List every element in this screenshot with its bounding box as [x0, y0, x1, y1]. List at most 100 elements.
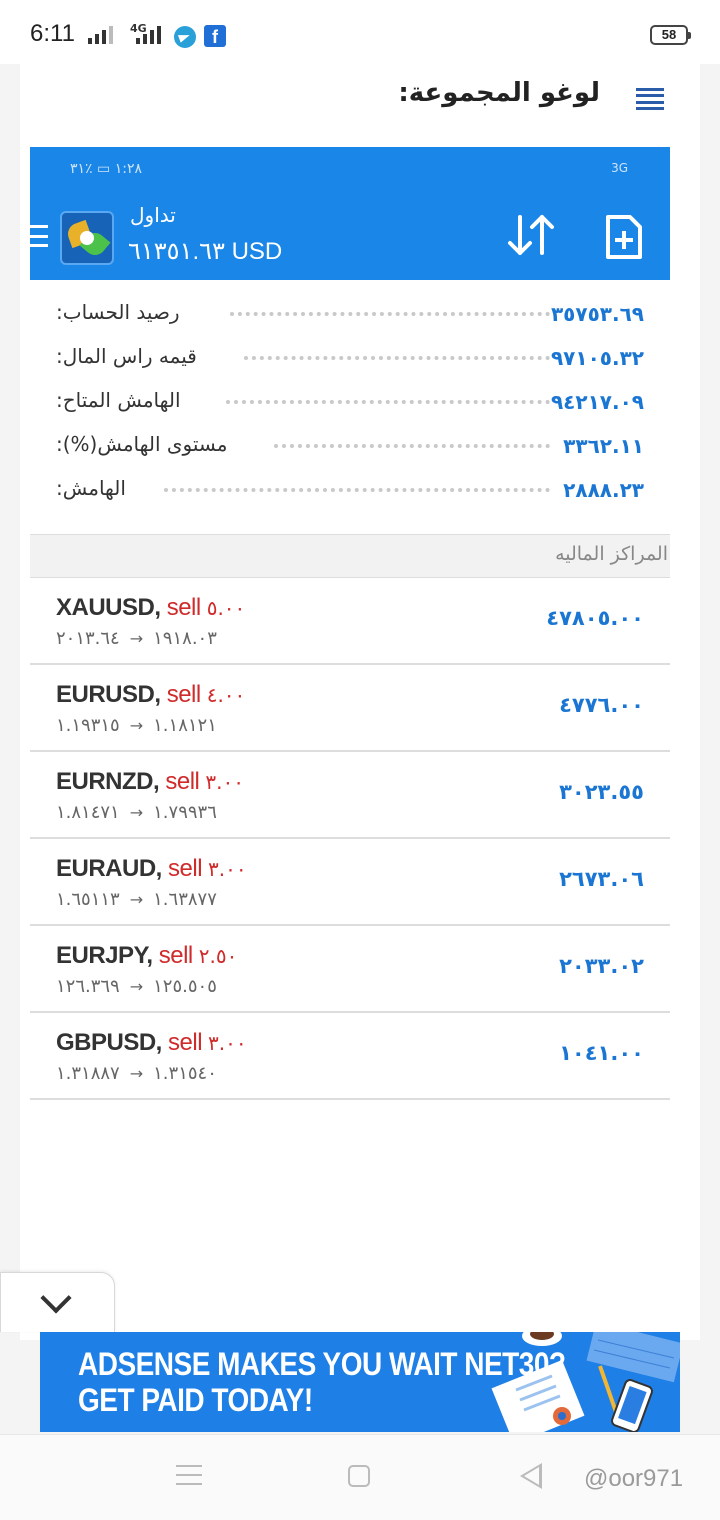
position-profit: ٣٠٢٣.٥٥: [559, 780, 644, 804]
current-price: ١.٣١٨٨٧: [56, 1063, 120, 1084]
position-title: EURAUD, sell ٣.٠٠: [56, 855, 247, 883]
watermark-handle: @oor971: [584, 1465, 684, 1492]
summary-value: ٢٨٨٨.٢٣: [563, 478, 644, 502]
home-icon[interactable]: [348, 1465, 370, 1487]
arrow-right-icon: →: [129, 629, 144, 648]
summary-label: الهامش:: [56, 476, 126, 500]
position-symbol: EURAUD,: [56, 855, 162, 882]
position-row[interactable]: EURNZD, sell ٣.٠٠ ١.٧٩٩٣٦ → ١.٨١٤٧١ ٣٠٢٣.٥٥: [30, 752, 670, 839]
system-nav-bar: @oor971: [0, 1434, 720, 1520]
position-title: XAUUSD, sell ٥.٠٠: [56, 594, 246, 622]
metatrader-logo: [60, 211, 114, 265]
recent-apps-icon[interactable]: [176, 1465, 202, 1485]
position-type: sell: [168, 1029, 203, 1056]
summary-value: ٩٧١٠٥.٣٢: [550, 346, 644, 370]
sort-arrows-icon[interactable]: [506, 213, 556, 257]
position-prices: ١.٦٣٨٧٧ → ١.٦٥١١٣: [56, 889, 217, 910]
arrow-right-icon: →: [129, 803, 144, 822]
open-price: ١.٧٩٩٣٦: [153, 802, 217, 823]
dot-leader: [164, 488, 550, 492]
summary-value: ٣٥٧٥٣.٦٩: [550, 302, 644, 326]
position-volume: ٣.٠٠: [208, 1031, 247, 1055]
summary-label: الهامش المتاح:: [56, 388, 181, 412]
hamburger-icon[interactable]: [636, 88, 664, 110]
arrow-right-icon: →: [129, 890, 144, 909]
current-price: ١.٨١٤٧١: [56, 802, 120, 823]
position-title: EURNZD, sell ٣.٠٠: [56, 768, 244, 796]
position-prices: ١٢٥.٥٠٥ → ١٢٦.٣٦٩: [56, 976, 217, 997]
summary-label: مستوى الهامش(%):: [56, 432, 228, 456]
arrow-right-icon: →: [129, 977, 144, 996]
position-profit: ١٠٤١.٠٠: [559, 1041, 644, 1065]
ad-illustration: [491, 1332, 680, 1432]
position-title: GBPUSD, sell ٣.٠٠: [56, 1029, 247, 1057]
summary-label: قيمه راس المال:: [56, 344, 197, 368]
account-summary: رصيد الحساب: ٣٥٧٥٣.٦٩ قيمه راس المال: ٩٧…: [30, 292, 670, 512]
arrow-right-icon: →: [129, 1064, 144, 1083]
position-type: sell: [166, 681, 202, 708]
open-price: ١٢٥.٥٠٥: [153, 976, 217, 997]
summary-row: قيمه راس المال: ٩٧١٠٥.٣٢: [30, 336, 670, 380]
position-row[interactable]: EURJPY, sell ٢.٥٠ ١٢٥.٥٠٥ → ١٢٦.٣٦٩ ٢٠٣٣.٠٢: [30, 926, 670, 1013]
arrow-right-icon: →: [129, 716, 144, 735]
positions-header-label: المراكز الماليه: [555, 543, 668, 565]
battery-indicator: 58: [650, 25, 691, 45]
open-price: ١.٦٣٨٧٧: [153, 889, 217, 910]
summary-row: رصيد الحساب: ٣٥٧٥٣.٦٩: [30, 292, 670, 336]
summary-label: رصيد الحساب:: [56, 300, 180, 324]
dot-leader: [244, 356, 550, 360]
position-row[interactable]: GBPUSD, sell ٣.٠٠ ١.٣١٥٤٠ → ١.٣١٨٨٧ ١٠٤١.٠٠: [30, 1013, 670, 1100]
inner-status-right: 3G: [611, 161, 628, 175]
current-price: ١٢٦.٣٦٩: [56, 976, 120, 997]
side-menu-icon[interactable]: [30, 225, 48, 247]
position-row[interactable]: EURUSD, sell ٤.٠٠ ١.١٨١٢١ → ١.١٩٣١٥ ٤٧٧٦.٠٠: [30, 665, 670, 752]
ad-banner[interactable]: ADSENSE MAKES YOU WAIT NET30? GET PAID T…: [40, 1332, 680, 1432]
position-prices: ١.١٨١٢١ → ١.١٩٣١٥: [56, 715, 217, 736]
positions-section-header: المراكز الماليه: [30, 534, 670, 578]
telegram-icon: [174, 26, 196, 48]
signal-icon: [88, 24, 113, 44]
position-type: sell: [168, 855, 203, 882]
position-symbol: XAUUSD,: [56, 594, 161, 621]
collapse-ad-tab[interactable]: [0, 1272, 115, 1332]
position-profit: ٢٠٣٣.٠٢: [559, 954, 644, 978]
positions-list: XAUUSD, sell ٥.٠٠ ١٩١٨.٠٣→٢٠١٣.٦٤ ٤٧٨٠٥.٠…: [30, 578, 670, 1100]
page-card: لوغو المجموعة: ١:٢٨ ▭ ٪٣١ 3G تداول ٦١٣٥١…: [20, 56, 700, 1340]
status-time: 6:11: [30, 20, 75, 47]
position-prices: ١.٣١٥٤٠ → ١.٣١٨٨٧: [56, 1063, 217, 1084]
summary-value: ٣٣٦٢.١١: [563, 434, 644, 458]
summary-row: مستوى الهامش(%): ٣٣٦٢.١١: [30, 424, 670, 468]
position-symbol: EURNZD,: [56, 768, 160, 795]
position-volume: ٥.٠٠: [206, 596, 246, 620]
account-balance: ٦١٣٥١.٦٣ USD: [128, 238, 283, 265]
position-type: sell: [166, 594, 202, 621]
position-volume: ٢.٥٠: [198, 944, 238, 968]
current-price: ١.٦٥١١٣: [56, 889, 120, 910]
position-volume: ٤.٠٠: [206, 683, 246, 707]
position-title: EURJPY, sell ٢.٥٠: [56, 942, 238, 970]
summary-row: الهامش المتاح: ٩٤٢١٧.٠٩: [30, 380, 670, 424]
inner-status-left: ١:٢٨ ▭ ٪٣١: [70, 161, 142, 177]
position-title: EURUSD, sell ٤.٠٠: [56, 681, 246, 709]
chevron-down-icon: [40, 1282, 72, 1314]
dot-leader: [230, 312, 550, 316]
account-title: تداول: [130, 203, 176, 227]
dot-leader: [274, 444, 550, 448]
position-row[interactable]: XAUUSD, sell ٥.٠٠ ١٩١٨.٠٣ → ٢٠١٣.٦٤ ٤٧٨٠٥.٠…: [30, 578, 670, 665]
add-document-icon[interactable]: [604, 213, 644, 261]
position-symbol: GBPUSD,: [56, 1029, 162, 1056]
open-price: ١.٣١٥٤٠: [153, 1063, 217, 1084]
trading-app-header: ١:٢٨ ▭ ٪٣١ 3G تداول ٦١٣٥١.٦٣ USD: [30, 147, 670, 280]
position-volume: ٣.٠٠: [208, 857, 247, 881]
position-type: sell: [165, 768, 200, 795]
position-symbol: EURJPY,: [56, 942, 153, 969]
position-type: sell: [158, 942, 194, 969]
ad-subline: GET PAID TODAY!: [78, 1382, 313, 1418]
position-profit: ٤٧٧٦.٠٠: [559, 693, 644, 717]
open-price: ١٩١٨.٠٣: [153, 628, 217, 649]
position-row[interactable]: EURAUD, sell ٣.٠٠ ١.٦٣٨٧٧ → ١.٦٥١١٣ ٢٦٧٣.٠٦: [30, 839, 670, 926]
position-profit: ٢٦٧٣.٠٦: [559, 867, 644, 891]
summary-value: ٩٤٢١٧.٠٩: [550, 390, 644, 414]
position-symbol: EURUSD,: [56, 681, 161, 708]
back-icon[interactable]: [520, 1463, 542, 1489]
